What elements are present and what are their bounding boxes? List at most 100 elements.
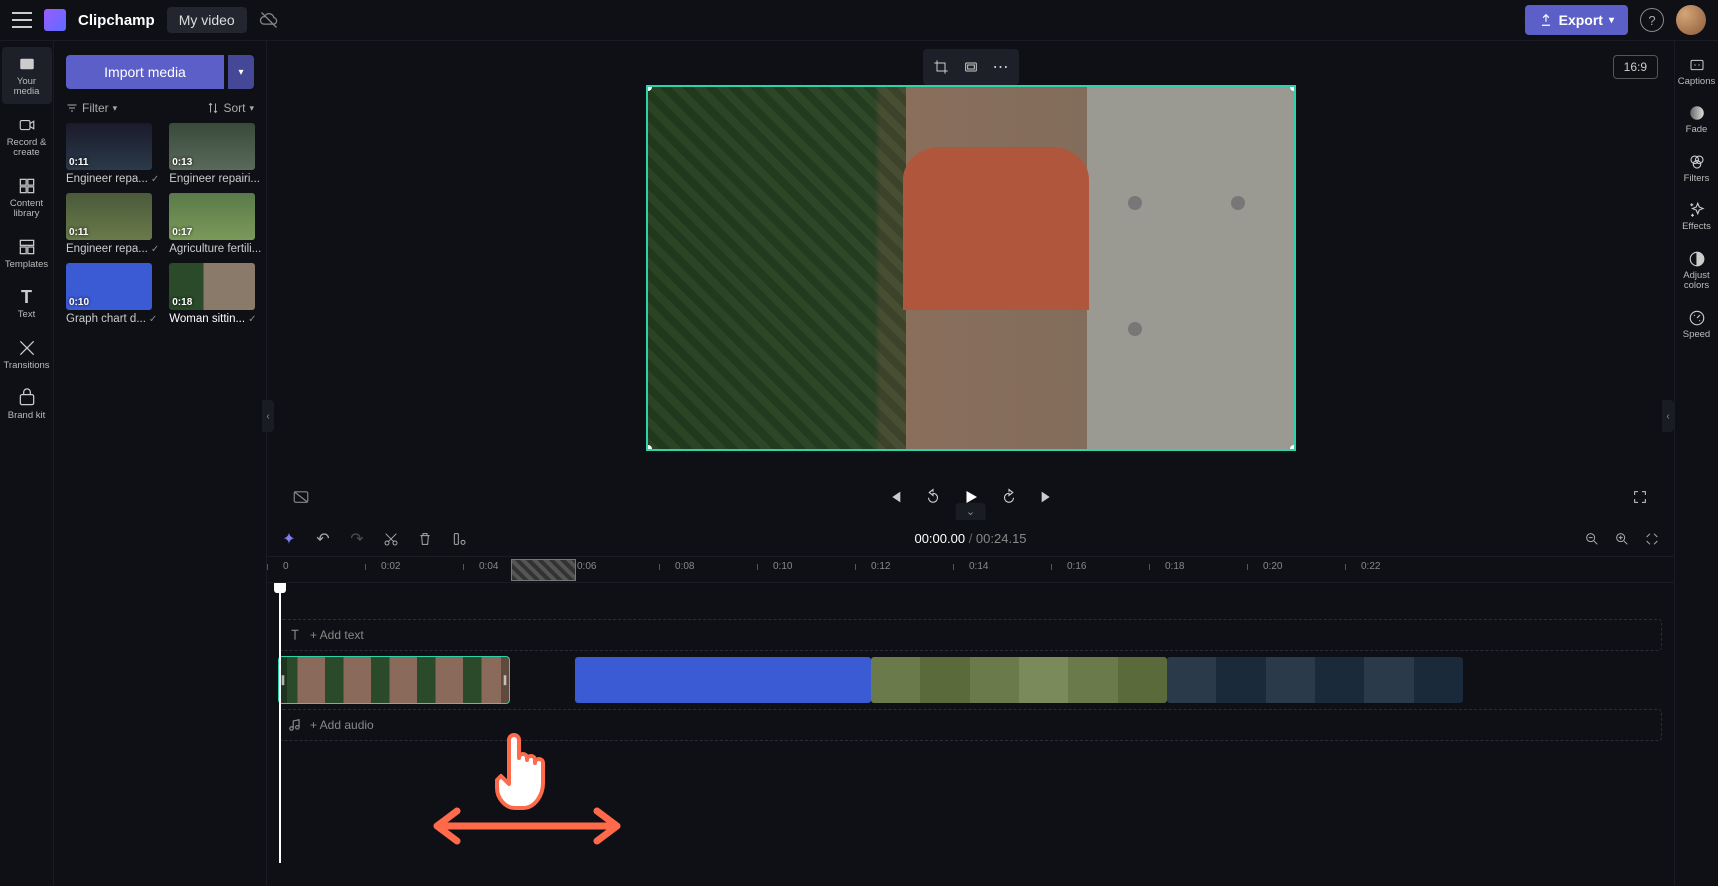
media-grid: 0:11 Engineer repa...✓ 0:13 Engineer rep… — [66, 123, 254, 325]
rail-speed[interactable]: Speed — [1677, 304, 1717, 344]
filter-button[interactable]: Filter ▾ — [66, 101, 117, 115]
preview-toolbar: ⋯ — [923, 49, 1019, 85]
captions-icon — [1687, 55, 1707, 75]
skip-forward-icon[interactable] — [1033, 483, 1061, 511]
zoom-out-icon[interactable] — [1582, 529, 1602, 549]
rail-content-library[interactable]: Content library — [2, 169, 52, 226]
fullscreen-icon[interactable] — [1626, 483, 1654, 511]
app-name: Clipchamp — [78, 12, 155, 29]
rail-your-media[interactable]: Your media — [2, 47, 52, 104]
media-item[interactable]: 0:10 Graph chart d...✓ — [66, 263, 159, 325]
more-icon[interactable]: ⋯ — [987, 53, 1015, 81]
skip-back-icon[interactable] — [881, 483, 909, 511]
trash-icon[interactable] — [415, 529, 435, 549]
check-icon: ✓ — [149, 314, 157, 325]
rail-effects[interactable]: Effects — [1677, 196, 1717, 236]
rail-filters[interactable]: Filters — [1677, 148, 1717, 188]
clip-trim-handle[interactable]: ∥ — [501, 657, 509, 703]
cut-icon[interactable] — [381, 529, 401, 549]
filter-icon — [66, 102, 78, 114]
timeline-toolbar: ✦ ↶ ↷ 00:00.00 / 00:24.15 — [267, 521, 1674, 557]
ruler-selection — [511, 559, 576, 581]
rail-brand-kit[interactable]: Brand kit — [2, 381, 52, 427]
speed-icon — [1687, 308, 1707, 328]
music-icon — [288, 718, 302, 732]
brand-kit-icon — [16, 387, 38, 409]
library-icon — [16, 175, 38, 197]
text-track[interactable]: + Add text — [279, 619, 1662, 651]
rail-transitions[interactable]: Transitions — [2, 331, 52, 377]
timeline-clip[interactable] — [575, 657, 871, 703]
import-media-button[interactable]: Import media — [66, 55, 224, 89]
rail-fade[interactable]: Fade — [1677, 99, 1717, 139]
video-track[interactable]: ∥ ∥ — [279, 657, 1662, 703]
timeline-ruler[interactable]: 0 0:02 0:04 0:06 0:08 0:10 0:12 0:14 0:1… — [267, 557, 1674, 583]
resize-handle[interactable] — [646, 445, 652, 451]
check-icon: ✓ — [151, 244, 159, 255]
media-item[interactable]: 0:11 Engineer repa...✓ — [66, 123, 159, 185]
timeline-clip[interactable] — [1167, 657, 1463, 703]
check-icon: ✓ — [248, 314, 256, 325]
split-icon[interactable] — [449, 529, 469, 549]
project-title[interactable]: My video — [167, 7, 247, 33]
media-item[interactable]: 0:11 Engineer repa...✓ — [66, 193, 159, 255]
rail-adjust-colors[interactable]: Adjust colors — [1677, 245, 1717, 296]
text-icon: T — [16, 286, 38, 308]
media-panel: Import media ▾ Filter ▾ Sort ▾ 0:11 Engi… — [54, 41, 267, 886]
fit-icon[interactable] — [957, 53, 985, 81]
resize-handle[interactable] — [1290, 445, 1296, 451]
upload-icon — [1539, 13, 1553, 27]
crop-icon[interactable] — [927, 53, 955, 81]
check-icon: ✓ — [151, 174, 159, 185]
fade-icon — [1687, 103, 1707, 123]
transitions-icon — [16, 337, 38, 359]
preview-area: ⋯ 16:9 ↻ — [267, 41, 1674, 521]
record-icon — [16, 114, 38, 136]
pip-icon[interactable] — [287, 483, 315, 511]
hamburger-icon[interactable] — [12, 12, 32, 28]
preview-canvas[interactable]: ↻ — [646, 85, 1296, 451]
cloud-off-icon[interactable] — [259, 10, 279, 30]
import-dropdown-button[interactable]: ▾ — [228, 55, 254, 89]
zoom-in-icon[interactable] — [1612, 529, 1632, 549]
media-item[interactable]: 0:13 Engineer repairi... — [169, 123, 261, 185]
left-rail: Your media Record & create Content libra… — [0, 41, 54, 886]
rail-record-create[interactable]: Record & create — [2, 108, 52, 165]
aspect-ratio-button[interactable]: 16:9 — [1613, 55, 1658, 79]
chevron-down-icon: ▾ — [113, 103, 118, 114]
rail-text[interactable]: T Text — [2, 280, 52, 326]
chevron-down-icon: ▾ — [1609, 15, 1614, 26]
help-icon[interactable]: ? — [1640, 8, 1664, 32]
tutorial-arrow-icon — [427, 801, 627, 856]
timeline-timecode: 00:00.00 / 00:24.15 — [914, 531, 1026, 547]
right-rail: Captions Fade Filters Effects Adjust col… — [1674, 41, 1718, 886]
zoom-fit-icon[interactable] — [1642, 529, 1662, 549]
tutorial-hand-cursor-icon — [487, 728, 557, 823]
export-button[interactable]: Export ▾ — [1525, 5, 1628, 35]
media-item[interactable]: 0:18 Woman sittin...✓ — [169, 263, 261, 325]
text-icon — [288, 628, 302, 642]
timeline-clip[interactable]: ∥ ∥ — [279, 657, 509, 703]
sort-button[interactable]: Sort ▾ — [207, 101, 254, 115]
chevron-down-icon: ▾ — [249, 103, 254, 114]
media-item[interactable]: 0:17 Agriculture fertili... — [169, 193, 261, 255]
adjust-icon — [1687, 249, 1707, 269]
undo-icon[interactable]: ↶ — [313, 529, 333, 549]
rewind-icon[interactable] — [919, 483, 947, 511]
timeline-tracks: + Add text ∥ ∥ — [267, 583, 1674, 863]
resize-handle[interactable] — [1290, 85, 1296, 91]
playhead[interactable] — [279, 583, 281, 863]
forward-icon[interactable] — [995, 483, 1023, 511]
media-icon — [16, 53, 38, 75]
sparkle-icon[interactable]: ✦ — [279, 529, 299, 549]
templates-icon — [16, 236, 38, 258]
filters-icon — [1687, 152, 1707, 172]
top-bar: Clipchamp My video Export ▾ ? — [0, 0, 1718, 41]
rail-templates[interactable]: Templates — [2, 230, 52, 276]
rail-captions[interactable]: Captions — [1677, 51, 1717, 91]
audio-track[interactable]: + Add audio — [279, 709, 1662, 741]
timeline-collapse-button[interactable]: ⌄ — [956, 503, 985, 520]
redo-icon[interactable]: ↷ — [347, 529, 367, 549]
timeline-clip[interactable] — [871, 657, 1167, 703]
avatar[interactable] — [1676, 5, 1706, 35]
